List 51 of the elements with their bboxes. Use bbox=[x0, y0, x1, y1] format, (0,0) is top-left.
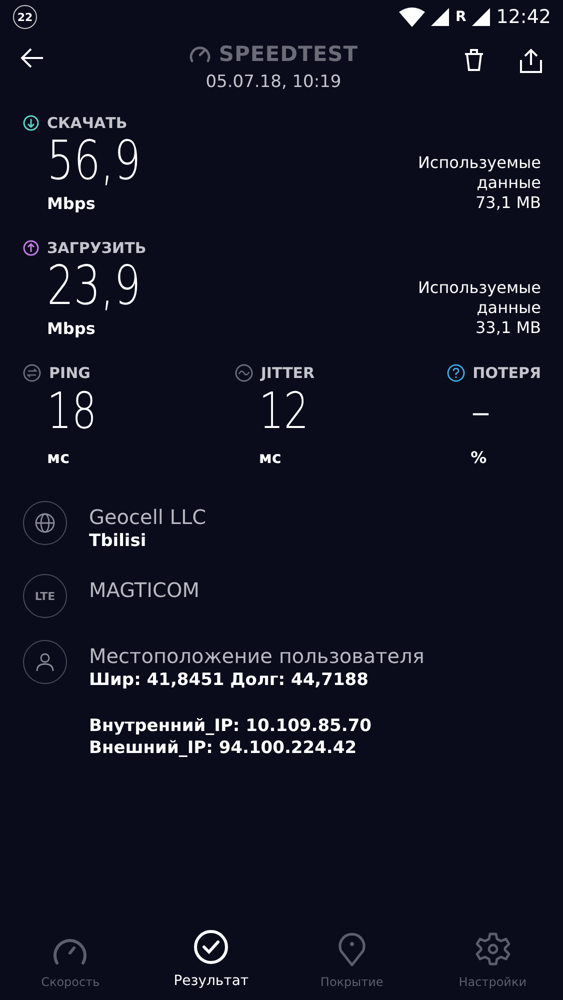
globe-icon bbox=[23, 501, 67, 545]
signal-icon bbox=[472, 8, 490, 26]
info-detail: Шир: 41,8451 Долг: 44,7188 bbox=[89, 669, 370, 691]
nav-tab[interactable]: Скорость bbox=[0, 920, 141, 990]
metric-value: 18 bbox=[47, 386, 97, 436]
map-pin-icon bbox=[336, 931, 367, 967]
signal-icon bbox=[431, 8, 450, 26]
metric-unit: мс bbox=[258, 448, 282, 467]
metric-label: ЗАГРУЗИТЬ bbox=[47, 239, 146, 257]
trash-icon bbox=[463, 48, 485, 72]
metric-unit: мс bbox=[47, 448, 70, 467]
speed-unit: Mbps bbox=[47, 319, 96, 338]
speed-unit: Mbps bbox=[47, 194, 96, 213]
speed-value: 23,9 bbox=[47, 259, 141, 313]
share-icon bbox=[519, 48, 543, 74]
metric-unit: % bbox=[470, 448, 487, 467]
clock: 12:42 bbox=[496, 6, 551, 28]
back-arrow-icon bbox=[20, 48, 44, 68]
settings-icon bbox=[474, 931, 511, 967]
info-detail: Tbilisi bbox=[89, 530, 148, 552]
wave-icon bbox=[234, 364, 253, 382]
speed-value: 56,9 bbox=[47, 134, 141, 188]
nav-tab[interactable]: Покрытие bbox=[282, 920, 422, 990]
test-date: 05.07.18, 10:19 bbox=[206, 72, 342, 92]
help-icon bbox=[446, 364, 465, 382]
ip-address: Внутренний_IP: 10.109.85.70 bbox=[89, 715, 372, 737]
metric-value: 12 bbox=[258, 386, 308, 436]
data-used-value: 33,1 MB bbox=[476, 318, 541, 338]
roaming-indicator: R bbox=[455, 9, 466, 25]
nav-tab[interactable]: Результат bbox=[140, 920, 282, 990]
metric-label: СКАЧАТЬ bbox=[47, 114, 128, 132]
user-icon bbox=[23, 640, 67, 684]
info-title: MAGTICOM bbox=[89, 577, 200, 603]
info-title: Местоположение пользователя bbox=[89, 643, 424, 669]
info-title: Geocell LLC bbox=[89, 504, 206, 530]
metric-label: ПОТЕРЯ bbox=[472, 364, 541, 382]
gauge-icon bbox=[188, 45, 211, 63]
wifi-icon bbox=[399, 7, 426, 27]
metric-value: – bbox=[470, 386, 490, 436]
data-used-label: Используемые данные bbox=[418, 278, 541, 318]
data-used-label: Используемые данные bbox=[418, 153, 541, 193]
network-type-icon: LTE bbox=[23, 574, 67, 618]
nav-tab[interactable]: Настройки bbox=[422, 920, 563, 990]
ping-icon bbox=[23, 364, 41, 382]
check-circle-icon bbox=[193, 929, 230, 965]
data-used-value: 73,1 MB bbox=[476, 193, 541, 213]
metric-label: PING bbox=[49, 364, 90, 382]
ip-address: Внешний_IP: 94.100.224.42 bbox=[89, 737, 358, 759]
metric-label: JITTER bbox=[260, 364, 315, 382]
notification-count: 22 bbox=[13, 5, 37, 29]
app-title: SPEEDTEST bbox=[218, 42, 358, 66]
